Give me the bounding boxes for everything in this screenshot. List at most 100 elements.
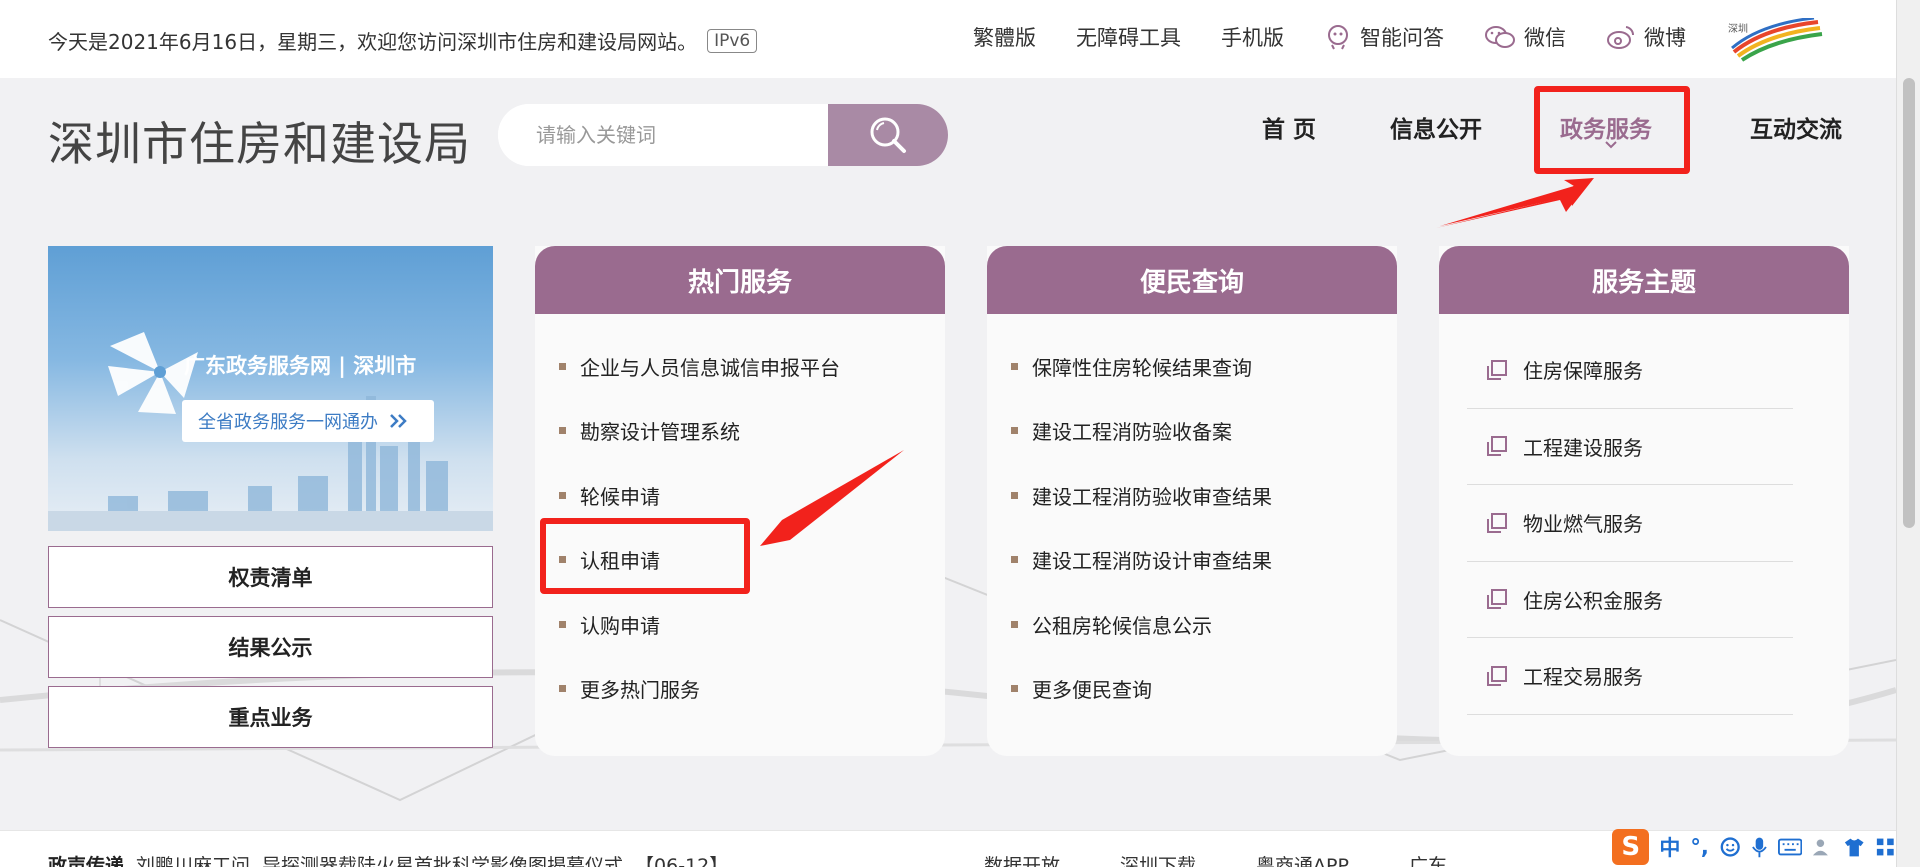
welcome-text: 今天是2021年6月16日，星期三，欢迎您访问深圳市住房和建设局网站。 (48, 30, 698, 54)
wechat-link[interactable]: 微信 (1484, 22, 1566, 52)
data-open-link[interactable]: 数据开放 (984, 851, 1060, 867)
theme-item[interactable]: 住房保障服务 (1467, 332, 1793, 409)
news-ticker[interactable]: 政声传递 刘鹏川麻工问 导探测器载陆火星首批科学影像图揭幕仪式 【06-12】 (48, 851, 728, 867)
accessibility-link[interactable]: 无障碍工具 (1076, 22, 1181, 52)
nav-gov-services[interactable]: 政务服务 (1534, 86, 1690, 174)
nav-home[interactable]: 首 页 (1262, 110, 1362, 144)
item-label: 更多便民查询 (1032, 678, 1152, 703)
user-icon[interactable] (1812, 836, 1833, 858)
top-utility-bar: 今天是2021年6月16日，星期三，欢迎您访问深圳市住房和建设局网站。 IPv6… (0, 0, 1896, 78)
list-item-more[interactable]: 更多热门服务 (559, 657, 945, 722)
mobile-link[interactable]: 手机版 (1221, 22, 1284, 52)
search-icon (870, 117, 906, 153)
responsibility-list-button[interactable]: 权责清单 (48, 546, 493, 608)
skin-tshirt-icon[interactable] (1843, 836, 1865, 858)
svg-text:深圳: 深圳 (1728, 23, 1748, 35)
list-item[interactable]: 保障性住房轮候结果查询 (1011, 334, 1397, 399)
sogou-logo-icon[interactable]: S (1612, 828, 1650, 865)
list-item[interactable]: 建设工程消防验收备案 (1011, 399, 1397, 464)
theme-item[interactable]: 住房公积金服务 (1467, 562, 1793, 638)
shenzhen-logo[interactable]: 深圳 (1724, 18, 1824, 62)
city-skyline-illustration (48, 332, 493, 531)
item-label: 更多热门服务 (580, 678, 700, 703)
service-themes-panel: 服务主题 住房保障服务 工程建设服务 物业燃气服务 住房公积金服务 工程交易服务 (1439, 246, 1849, 756)
site-title: 深圳市住房和建设局 (48, 117, 471, 171)
list-item[interactable]: 企业与人员信息诚信申报平台 (559, 334, 945, 399)
bullet (559, 427, 566, 435)
copy-window-icon (1487, 436, 1507, 457)
bullet (1011, 685, 1018, 693)
ime-toolbar[interactable]: S 中 °, (1612, 826, 1896, 867)
page-scrollbar[interactable] (1896, 0, 1920, 867)
search-button[interactable] (828, 104, 948, 166)
list-item[interactable]: 建设工程消防设计审查结果 (1011, 528, 1397, 593)
query-list: 保障性住房轮候结果查询 建设工程消防验收备案 建设工程消防验收审查结果 建设工程… (987, 314, 1397, 721)
result-publicity-button[interactable]: 结果公示 (48, 616, 493, 678)
double-chevron-right-icon (390, 414, 407, 428)
welcome-text-row: 今天是2021年6月16日，星期三，欢迎您访问深圳市住房和建设局网站。 IPv6 (48, 26, 758, 55)
bullet (1011, 556, 1018, 564)
panel-title: 服务主题 (1439, 246, 1849, 314)
bullet (1011, 491, 1018, 499)
banner-subtitle-button[interactable]: 全省政务服务一网通办 (182, 400, 434, 442)
item-label: 保障性住房轮候结果查询 (1032, 355, 1252, 380)
smart-qa-link[interactable]: 智能问答 (1324, 22, 1444, 52)
news-text-2: 导探测器载陆火星首批科学影像图揭幕仪式 (262, 855, 624, 867)
punctuation-icon[interactable]: °, (1690, 835, 1708, 859)
item-label: 工程建设服务 (1523, 435, 1643, 460)
item-label: 建设工程消防验收备案 (1032, 420, 1232, 445)
yueshangtong-app-link[interactable]: 粤商通APP (1256, 851, 1349, 867)
item-label: 住房保障服务 (1523, 359, 1643, 384)
shenzhen-download-link[interactable]: 深圳下载 (1120, 851, 1196, 867)
copy-window-icon (1487, 359, 1507, 380)
list-item[interactable]: 认购申请 (559, 592, 945, 657)
copy-window-icon (1487, 589, 1507, 610)
item-label: 工程交易服务 (1523, 665, 1643, 690)
gd-gov-service-banner[interactable]: 广东政务服务网 | 深圳市 全省政务服务一网通办 (48, 246, 493, 531)
theme-item[interactable]: 工程交易服务 (1467, 638, 1793, 715)
emoji-icon[interactable] (1719, 835, 1741, 859)
bottom-links: 数据开放 深圳下载 粤商通APP 广东 (984, 851, 1447, 867)
link-label: 微博 (1644, 26, 1686, 50)
theme-item[interactable]: 工程建设服务 (1467, 409, 1793, 485)
wechat-icon (1485, 26, 1515, 48)
banner-subtitle: 全省政务服务一网通办 (198, 412, 378, 433)
copy-window-icon (1487, 665, 1507, 686)
list-item[interactable]: 公租房轮候信息公示 (1011, 592, 1397, 657)
item-label: 建设工程消防验收审查结果 (1032, 484, 1272, 509)
key-business-button[interactable]: 重点业务 (48, 686, 493, 748)
scrollbar-thumb[interactable] (1903, 78, 1915, 528)
item-label: 认购申请 (580, 613, 660, 638)
bullet (1011, 362, 1018, 370)
theme-item[interactable]: 物业燃气服务 (1467, 485, 1793, 562)
nav-interaction[interactable]: 互动交流 (1750, 110, 1890, 144)
guangdong-link[interactable]: 广东 (1409, 851, 1447, 867)
traditional-chinese-link[interactable]: 繁體版 (973, 22, 1036, 52)
weibo-link[interactable]: 微博 (1606, 22, 1686, 52)
bullet (1011, 427, 1018, 435)
hot-services-panel: 热门服务 企业与人员信息诚信申报平台 勘察设计管理系统 轮候申请 认租申请 认购… (535, 246, 945, 756)
item-label: 勘察设计管理系统 (580, 420, 740, 445)
item-label: 物业燃气服务 (1523, 512, 1643, 537)
list-item[interactable]: 勘察设计管理系统 (559, 399, 945, 464)
keyboard-icon[interactable] (1778, 837, 1803, 857)
list-item[interactable]: 建设工程消防验收审查结果 (1011, 463, 1397, 528)
highlight-box (1534, 86, 1690, 174)
panel-title: 便民查询 (987, 246, 1397, 314)
copy-window-icon (1487, 512, 1507, 533)
ipv6-badge: IPv6 (707, 28, 758, 53)
nav-info-disclosure[interactable]: 信息公开 (1390, 110, 1530, 144)
banner-title: 广东政务服务网 | 深圳市 (184, 354, 417, 378)
item-label: 住房公积金服务 (1523, 588, 1663, 613)
news-text: 刘鹏川麻工问 (136, 855, 251, 867)
microphone-icon[interactable] (1751, 835, 1768, 859)
ime-mode[interactable]: 中 (1659, 832, 1680, 862)
list-item-more[interactable]: 更多便民查询 (1011, 657, 1397, 722)
bullet (559, 362, 566, 370)
themes-list: 住房保障服务 工程建设服务 物业燃气服务 住房公积金服务 工程交易服务 (1439, 314, 1849, 715)
link-label: 无障碍工具 (1076, 26, 1181, 50)
toolbox-grid-icon[interactable] (1875, 836, 1896, 858)
item-label: 企业与人员信息诚信申报平台 (580, 355, 840, 380)
search-input[interactable] (498, 104, 828, 166)
news-date: 【06-12】 (635, 855, 729, 867)
